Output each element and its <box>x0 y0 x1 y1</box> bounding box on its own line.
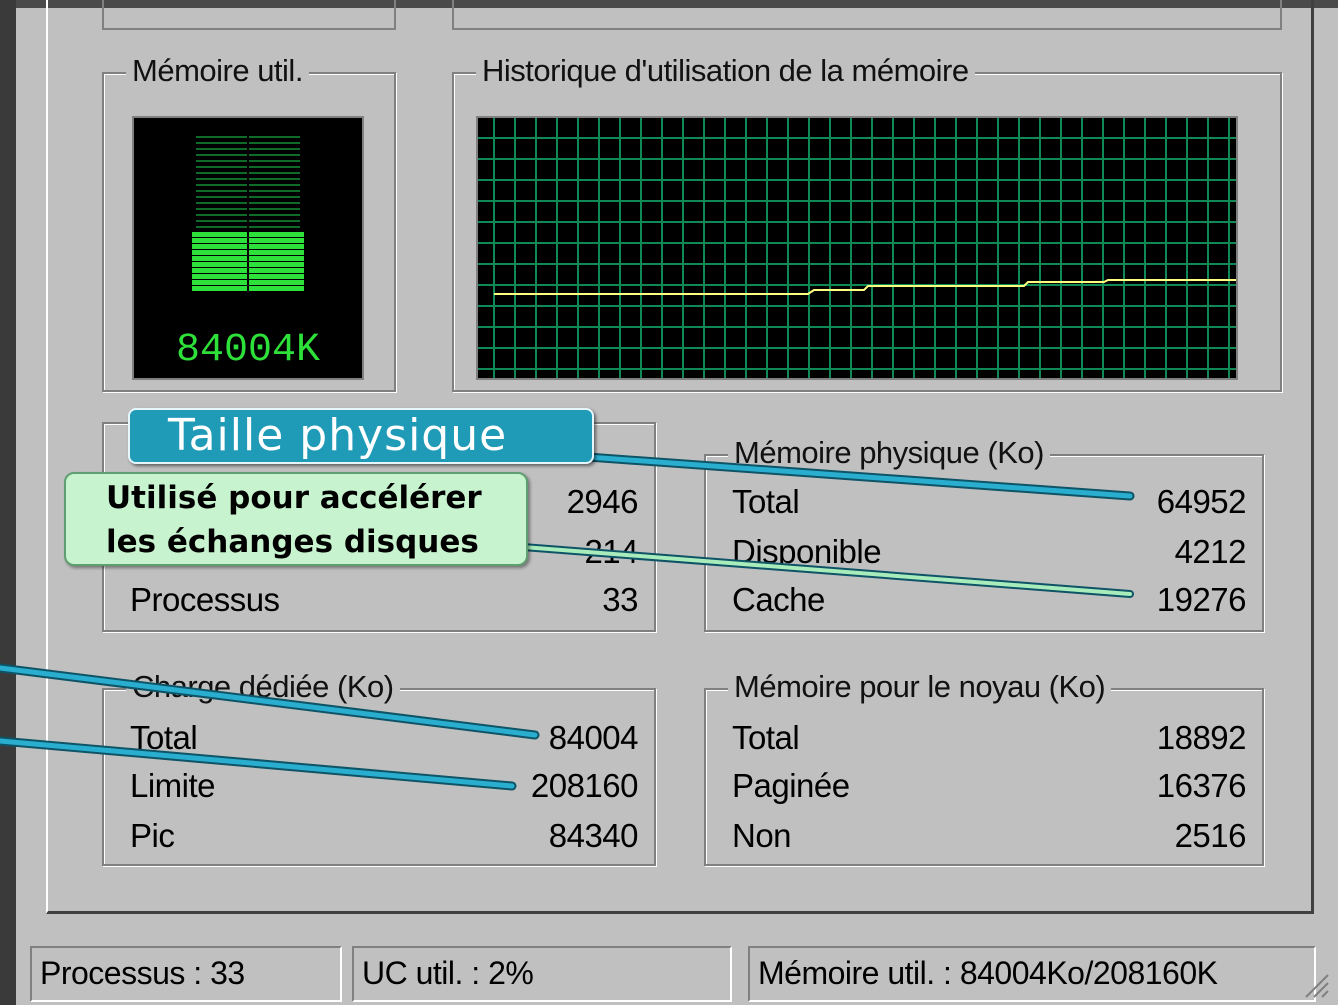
callout-physical-size-text: Taille physique <box>168 410 508 461</box>
callout-cache-line-2: les échanges disques <box>106 524 479 560</box>
leader-physical-total-inner <box>557 452 1133 499</box>
leader-commit-limit-inner <box>0 738 515 789</box>
callout-cache-line-1: Utilisé pour accélérer <box>106 480 482 516</box>
leader-cache-inner <box>508 544 1132 596</box>
leader-commit-total-inner <box>0 665 538 738</box>
callout-physical-size: Taille physique <box>128 408 594 464</box>
callout-cache: Utilisé pour accélérer les échanges disq… <box>64 472 528 566</box>
